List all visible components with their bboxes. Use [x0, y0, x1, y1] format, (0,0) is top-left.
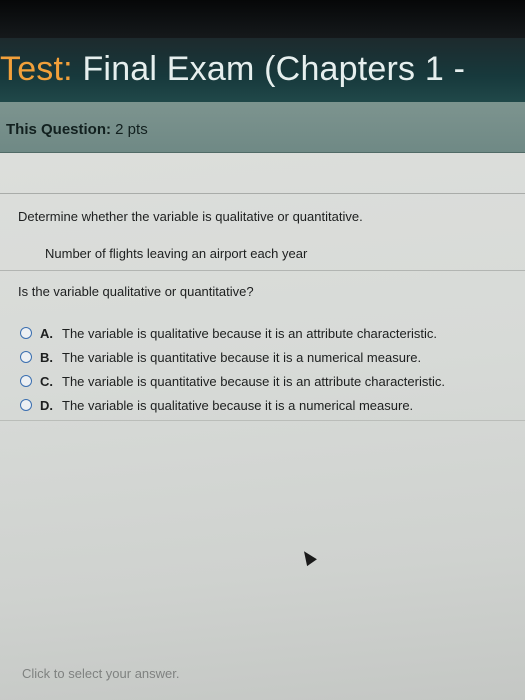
divider [0, 193, 525, 194]
choice-text: The variable is qualitative because it i… [62, 397, 414, 413]
choice-text: The variable is qualitative because it i… [62, 325, 438, 341]
choice-letter: C. [40, 373, 53, 389]
answer-choice-b[interactable]: B. The variable is quantitative because … [20, 345, 520, 369]
answer-choice-d[interactable]: D. The variable is qualitative because i… [20, 393, 520, 417]
answer-choice-a[interactable]: A. The variable is qualitative because i… [20, 321, 520, 345]
choice-letter: D. [40, 397, 53, 413]
title-text: Final Exam (Chapters 1 - [82, 50, 466, 88]
top-bezel [0, 0, 525, 38]
divider [0, 420, 525, 421]
points-label-text: This Question: [6, 121, 111, 138]
radio-button-b[interactable] [20, 351, 32, 363]
choice-text: The variable is quantitative because it … [62, 349, 422, 365]
answer-choice-c[interactable]: C. The variable is quantitative because … [20, 369, 520, 393]
points-value: 2 pts [115, 121, 148, 138]
radio-button-d[interactable] [20, 399, 32, 411]
footer-hint: Click to select your answer. [22, 666, 180, 681]
choice-text: The variable is quantitative because it … [62, 373, 445, 389]
title-prefix: Test: [0, 50, 73, 88]
question-panel: Determine whether the variable is qualit… [0, 153, 525, 700]
page-title: Test: Final Exam (Chapters 1 - [0, 50, 465, 89]
divider [0, 270, 525, 271]
choice-letter: B. [40, 349, 53, 365]
answer-choices: A. The variable is qualitative because i… [20, 321, 520, 417]
question-instruction: Determine whether the variable is qualit… [18, 209, 363, 224]
choice-letter: A. [40, 325, 53, 341]
variable-description: Number of flights leaving an airport eac… [45, 246, 308, 261]
radio-button-a[interactable] [20, 327, 32, 339]
radio-button-c[interactable] [20, 375, 32, 387]
title-bar: Test: Final Exam (Chapters 1 - [0, 38, 525, 102]
mouse-cursor-icon [299, 547, 317, 567]
question-prompt: Is the variable qualitative or quantitat… [18, 284, 254, 299]
points-label: This Question: 2 pts [6, 121, 148, 138]
question-points-bar: This Question: 2 pts [0, 102, 525, 153]
